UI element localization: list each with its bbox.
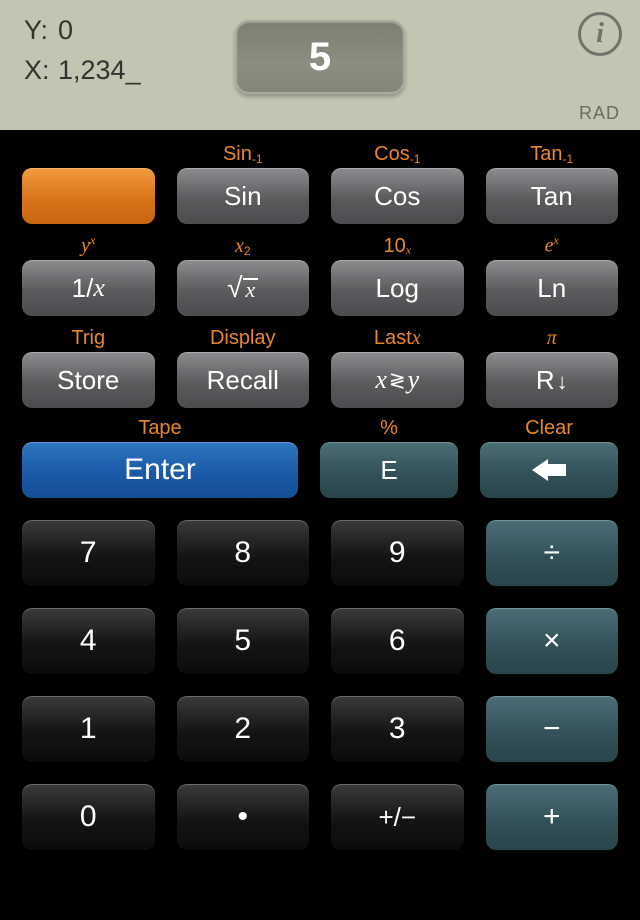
- alt-e-to-x: ex: [486, 234, 619, 260]
- digit-0-button[interactable]: 0: [22, 784, 155, 850]
- alt-percent: %: [320, 418, 458, 442]
- alt-x-squared: x2: [177, 234, 310, 260]
- swap-xy-button[interactable]: x≷y: [331, 352, 464, 408]
- alt-trig: Trig: [22, 326, 155, 352]
- shift-button[interactable]: [22, 168, 155, 224]
- digit-5-button[interactable]: 5: [177, 608, 310, 674]
- store-button[interactable]: Store: [22, 352, 155, 408]
- exponent-button[interactable]: E: [320, 442, 458, 498]
- backspace-icon: [532, 459, 566, 481]
- log-button[interactable]: Log: [331, 260, 464, 316]
- stack-x-label: X:: [24, 50, 52, 90]
- enter-button[interactable]: Enter: [22, 442, 298, 498]
- digit-9-button[interactable]: 9: [331, 520, 464, 586]
- alt-tape: Tape: [22, 418, 298, 442]
- alt-pi: π: [486, 326, 619, 352]
- digit-6-button[interactable]: 6: [331, 608, 464, 674]
- divide-button[interactable]: ÷: [486, 520, 619, 586]
- stack-x-value: 1,234_: [58, 50, 141, 90]
- stack-y-label: Y:: [24, 10, 52, 50]
- recall-button[interactable]: Recall: [177, 352, 310, 408]
- sqrt-button[interactable]: √x: [177, 260, 310, 316]
- alt-arcsin: Sin-1: [177, 142, 310, 168]
- display-area: Y: 0 X: 1,234_ 5 i RAD: [0, 0, 640, 130]
- info-icon: i: [596, 18, 604, 50]
- digit-4-button[interactable]: 4: [22, 608, 155, 674]
- alt-display: Display: [177, 326, 310, 352]
- digit-7-button[interactable]: 7: [22, 520, 155, 586]
- info-button[interactable]: i: [578, 12, 622, 56]
- digit-3-button[interactable]: 3: [331, 696, 464, 762]
- roll-down-button[interactable]: R↓: [486, 352, 619, 408]
- alt-blank: [22, 142, 155, 168]
- alt-clear: Clear: [480, 418, 618, 442]
- keypad: Sin-1 Sin Cos-1 Cos Tan-1 Tan yx 1/x x2 …: [0, 130, 640, 920]
- alt-arctan: Tan-1: [486, 142, 619, 168]
- digit-2-button[interactable]: 2: [177, 696, 310, 762]
- alt-arccos: Cos-1: [331, 142, 464, 168]
- multiply-button[interactable]: ×: [486, 608, 619, 674]
- angle-mode-label: RAD: [579, 103, 620, 124]
- alt-last-x: Last x: [331, 326, 464, 352]
- ln-button[interactable]: Ln: [486, 260, 619, 316]
- backspace-button[interactable]: [480, 442, 618, 498]
- digit-8-button[interactable]: 8: [177, 520, 310, 586]
- tan-button[interactable]: Tan: [486, 168, 619, 224]
- add-button[interactable]: +: [486, 784, 619, 850]
- sin-button[interactable]: Sin: [177, 168, 310, 224]
- alt-y-to-x: yx: [22, 234, 155, 260]
- digit-1-button[interactable]: 1: [22, 696, 155, 762]
- main-display-button[interactable]: 5: [235, 20, 405, 94]
- stack-y-value: 0: [58, 10, 73, 50]
- alt-ten-to-x: 10x: [331, 234, 464, 260]
- decimal-button[interactable]: •: [177, 784, 310, 850]
- subtract-button[interactable]: −: [486, 696, 619, 762]
- reciprocal-button[interactable]: 1/x: [22, 260, 155, 316]
- cos-button[interactable]: Cos: [331, 168, 464, 224]
- negate-button[interactable]: +/−: [331, 784, 464, 850]
- main-display-value: 5: [309, 35, 331, 80]
